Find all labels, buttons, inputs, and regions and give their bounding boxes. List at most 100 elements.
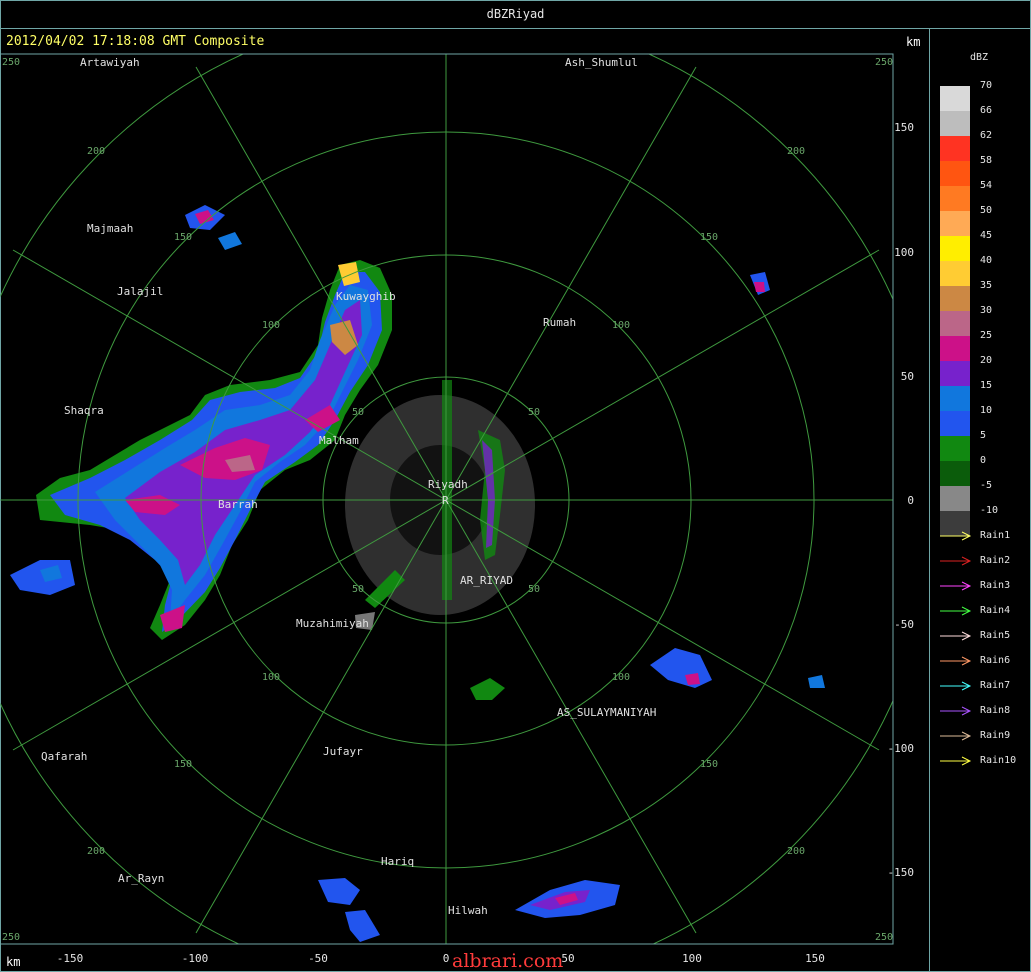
- x-tick-label: 150: [805, 952, 825, 965]
- legend-value-label: 58: [980, 155, 993, 166]
- legend-value-label: 54: [980, 180, 993, 191]
- rain-track-arrow-icon: [940, 706, 972, 716]
- range-ring-label: 150: [174, 232, 192, 243]
- legend-value-label: 30: [980, 305, 993, 316]
- legend-value-label: 70: [980, 80, 993, 91]
- city-label: Kuwayghib: [336, 290, 396, 303]
- legend-value-label: 5: [980, 430, 987, 441]
- range-ring-label: 200: [87, 146, 105, 157]
- rain-track-label[interactable]: Rain7: [980, 680, 1010, 691]
- legend-value-label: 40: [980, 255, 993, 266]
- watermark: albrari.com: [452, 950, 564, 972]
- legend-value-label: -5: [980, 480, 993, 491]
- legend-value-label: 20: [980, 355, 993, 366]
- legend-swatch: [940, 186, 970, 211]
- legend-swatch: [940, 361, 970, 386]
- y-tick-label: -50: [894, 618, 914, 631]
- x-axis-ticks: -150 -100 -50 0 50 100 150: [57, 952, 825, 965]
- city-label: Hariq: [381, 855, 414, 868]
- range-ring-label: 50: [528, 584, 540, 595]
- range-ring-label: 200: [787, 146, 805, 157]
- y-tick-label: 100: [894, 246, 914, 259]
- rain-track-label[interactable]: Rain3: [980, 580, 1010, 591]
- range-ring-label: 150: [700, 759, 718, 770]
- legend-swatch: [940, 211, 970, 236]
- legend-value-label: -10: [980, 505, 999, 516]
- y-tick-label: -150: [888, 866, 915, 879]
- legend-value-label: 50: [980, 205, 993, 216]
- legend-swatch: [940, 311, 970, 336]
- corner-range-label: 250: [875, 57, 893, 68]
- city-label: AR_RIYAD: [460, 574, 513, 587]
- legend-value-label: 25: [980, 330, 993, 341]
- x-tick-label: -50: [308, 952, 328, 965]
- radar-map[interactable]: 50 50 50 50 100 100 100 100 150 150 150 150 200 200 20…: [0, 0, 930, 972]
- legend-swatch: [940, 461, 970, 486]
- legend-swatch: [940, 436, 970, 461]
- legend-value-label: 45: [980, 230, 993, 241]
- legend-title: dBZ: [970, 52, 989, 63]
- legend-value-label: 35: [980, 280, 993, 291]
- rain-track-arrow-icon: [940, 556, 972, 566]
- x-tick-label: 100: [682, 952, 702, 965]
- x-tick-label: 50: [561, 952, 574, 965]
- legend-swatch: [940, 136, 970, 161]
- rain-track-label[interactable]: Rain8: [980, 705, 1010, 716]
- range-ring-label: 50: [352, 584, 364, 595]
- city-label: Muzahimiyah: [296, 617, 369, 630]
- corner-range-label: 250: [2, 57, 20, 68]
- city-label: Ar_Rayn: [118, 872, 164, 885]
- legend-value-label: 66: [980, 105, 993, 116]
- city-label: Hilwah: [448, 904, 488, 917]
- y-tick-label: -100: [888, 742, 915, 755]
- rain-track-label[interactable]: Rain2: [980, 555, 1010, 566]
- range-ring-label: 200: [787, 846, 805, 857]
- legend-swatch: [940, 261, 970, 286]
- city-label: Barrah: [218, 498, 258, 511]
- legend-swatch: [940, 336, 970, 361]
- reflectivity-echoes: [10, 205, 825, 942]
- rain-track-label[interactable]: Rain6: [980, 655, 1010, 666]
- rain-track-label[interactable]: Rain10: [980, 755, 1016, 766]
- range-ring-label: 150: [700, 232, 718, 243]
- city-label: Malham: [319, 434, 359, 447]
- legend-swatch: [940, 386, 970, 411]
- legend-swatch: [940, 111, 970, 136]
- range-ring-label: 100: [262, 672, 280, 683]
- range-ring-label: 50: [528, 407, 540, 418]
- rain-track-arrow-icon: [940, 756, 972, 766]
- legend-value-label: 10: [980, 405, 993, 416]
- range-ring-label: 100: [612, 320, 630, 331]
- city-label: AS_SULAYMANIYAH: [557, 706, 656, 719]
- y-tick-label: 0: [907, 494, 914, 507]
- radar-plot-area: 50 50 50 50 100 100 100 100 150 150 150 150 200 200 20…: [0, 54, 893, 944]
- city-label: Ash_Shumlul: [565, 56, 638, 69]
- legend-swatch: [940, 161, 970, 186]
- rain-track-label[interactable]: Rain4: [980, 605, 1010, 616]
- x-tick-label: -100: [182, 952, 209, 965]
- range-ring-label: 100: [612, 672, 630, 683]
- city-label: Qafarah: [41, 750, 87, 763]
- city-label: Jalajil: [117, 285, 163, 298]
- legend-value-label: 0: [980, 455, 987, 466]
- rain-track-label[interactable]: Rain9: [980, 730, 1010, 741]
- radar-site-marker: R: [442, 494, 449, 507]
- range-ring-label: 200: [87, 846, 105, 857]
- rain-track-label[interactable]: Rain5: [980, 630, 1010, 641]
- rain-track-label[interactable]: Rain1: [980, 530, 1010, 541]
- x-tick-label: -150: [57, 952, 84, 965]
- y-tick-label: 150: [894, 121, 914, 134]
- rain-track-arrow-icon: [940, 581, 972, 591]
- rain-track-arrow-icon: [940, 631, 972, 641]
- legend-swatch: [940, 286, 970, 311]
- legend-value-label: 15: [980, 380, 993, 391]
- city-label: Rumah: [543, 316, 576, 329]
- rain-track-arrow-icon: [940, 681, 972, 691]
- rain-track-arrow-icon: [940, 606, 972, 616]
- city-label: Shaqra: [64, 404, 104, 417]
- radar-site-name: Riyadh: [428, 478, 468, 491]
- corner-range-label: 250: [2, 932, 20, 943]
- range-ring-label: 100: [262, 320, 280, 331]
- corner-range-label: 250: [875, 932, 893, 943]
- rain-track-arrow-icon: [940, 531, 972, 541]
